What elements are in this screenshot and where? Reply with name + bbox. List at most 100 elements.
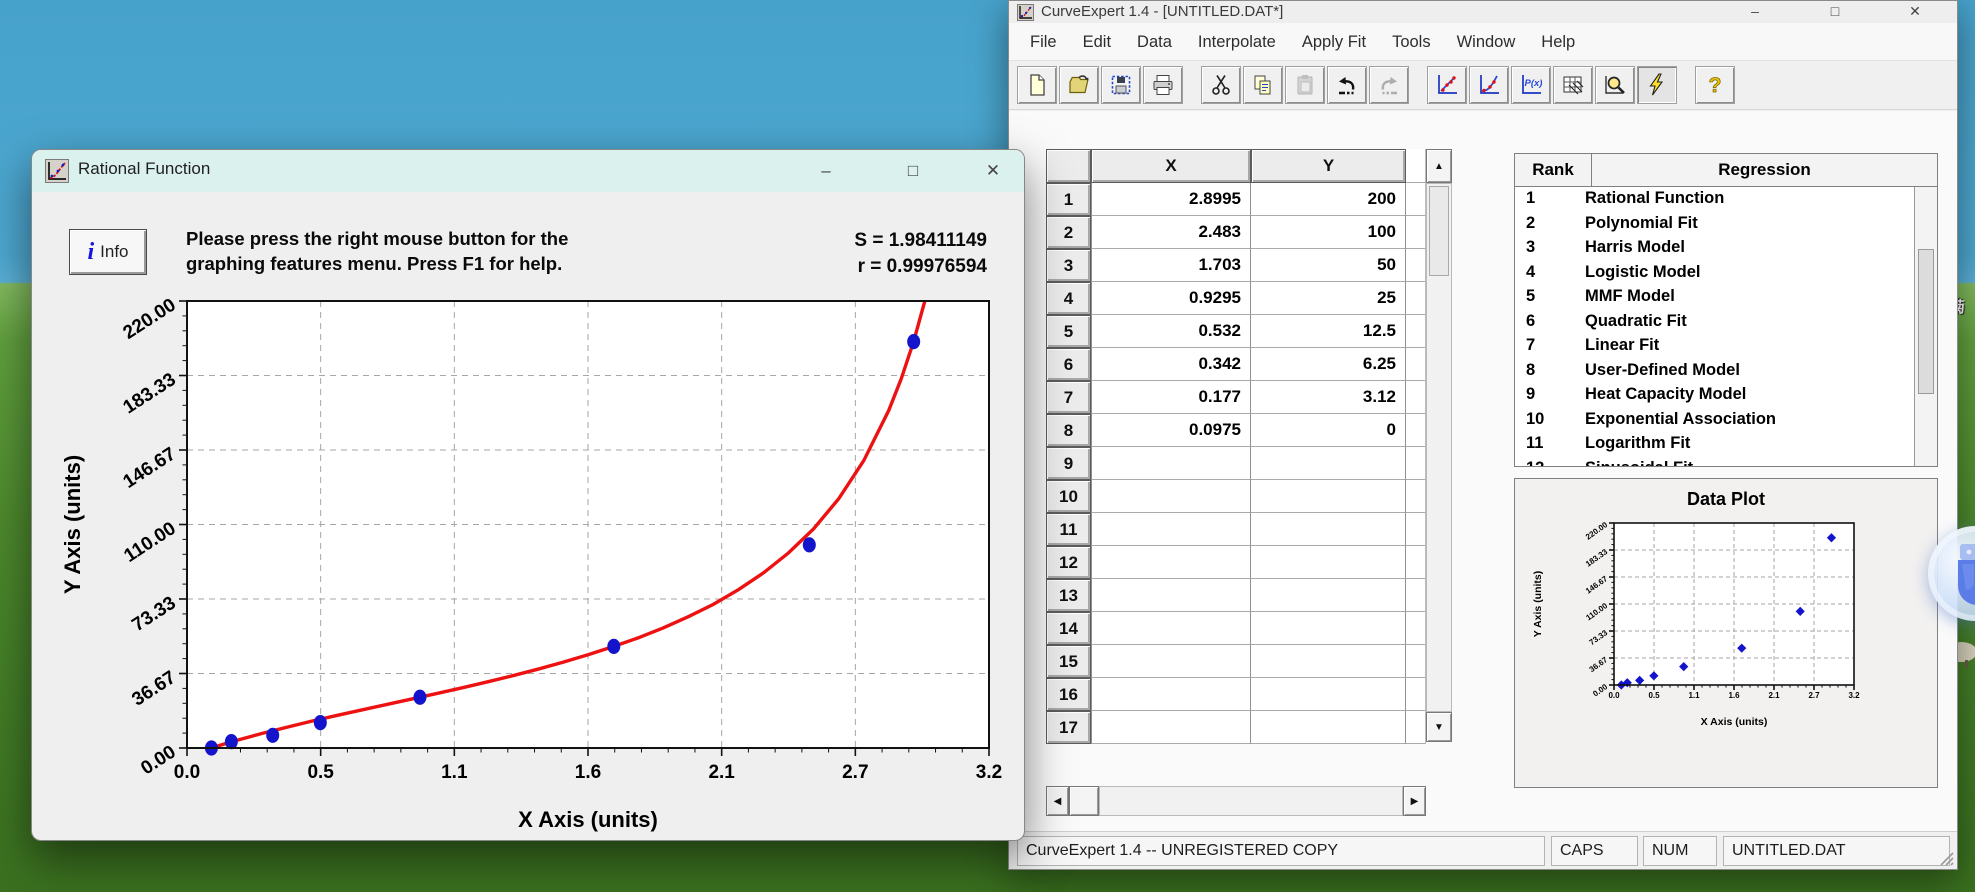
menu-window[interactable]: Window	[1444, 24, 1529, 60]
main-title-bar[interactable]: CurveExpert 1.4 - [UNTITLED.DAT*] – □ ✕	[1009, 1, 1957, 23]
linear-fit-button[interactable]	[1427, 66, 1467, 104]
cell-x[interactable]: 0.342	[1091, 348, 1251, 381]
hscroll-thumb[interactable]	[1069, 786, 1099, 816]
print-button[interactable]	[1143, 66, 1183, 104]
menu-help[interactable]: Help	[1528, 24, 1588, 60]
cell-y[interactable]: 0	[1251, 414, 1406, 447]
menu-file[interactable]: File	[1017, 24, 1070, 60]
cell-x[interactable]	[1091, 711, 1251, 744]
cell-y[interactable]	[1251, 579, 1406, 612]
cell-x[interactable]: 0.532	[1091, 315, 1251, 348]
rank-item[interactable]: 1Rational Function	[1515, 189, 1914, 214]
maximize-button[interactable]: □	[1809, 1, 1861, 23]
cell-y[interactable]	[1251, 513, 1406, 546]
examine-plot-button[interactable]	[1595, 66, 1635, 104]
row-number-button[interactable]: 3	[1046, 249, 1091, 282]
cell-y[interactable]	[1251, 447, 1406, 480]
cell-y[interactable]	[1251, 480, 1406, 513]
cell-y[interactable]: 50	[1251, 249, 1406, 282]
cell-y[interactable]: 200	[1251, 183, 1406, 216]
row-number-button[interactable]: 6	[1046, 348, 1091, 381]
cell-x[interactable]: 0.177	[1091, 381, 1251, 414]
usb-device-overlay[interactable]	[1928, 526, 1975, 621]
cell-x[interactable]: 2.8995	[1091, 183, 1251, 216]
row-number-button[interactable]: 8	[1046, 414, 1091, 447]
cell-y[interactable]: 25	[1251, 282, 1406, 315]
rank-item[interactable]: 10Exponential Association	[1515, 410, 1914, 435]
polynomial-fit-button[interactable]: P(x)	[1511, 66, 1551, 104]
menu-tools[interactable]: Tools	[1379, 24, 1444, 60]
resize-grip[interactable]	[1938, 850, 1954, 866]
row-number-button[interactable]: 13	[1046, 579, 1091, 612]
menu-interpolate[interactable]: Interpolate	[1185, 24, 1289, 60]
scroll-down-icon[interactable]: ▼	[1426, 712, 1452, 742]
row-number-button[interactable]: 15	[1046, 645, 1091, 678]
rf-close-button[interactable]: ✕	[967, 150, 1019, 192]
rank-item[interactable]: 3Harris Model	[1515, 238, 1914, 263]
column-header-x[interactable]: X	[1091, 149, 1251, 183]
cell-x[interactable]	[1091, 678, 1251, 711]
undo-button[interactable]	[1327, 66, 1367, 104]
cell-y[interactable]: 100	[1251, 216, 1406, 249]
row-number-button[interactable]: 7	[1046, 381, 1091, 414]
analyze-table-button[interactable]	[1553, 66, 1593, 104]
row-number-button[interactable]: 10	[1046, 480, 1091, 513]
copy-button[interactable]	[1243, 66, 1283, 104]
scroll-right-icon[interactable]: ▶	[1403, 786, 1426, 816]
table-vertical-scrollbar[interactable]: ▲ ▼	[1426, 149, 1452, 742]
rank-item[interactable]: 12Sinusoidal Fit	[1515, 459, 1914, 467]
cell-x[interactable]	[1091, 447, 1251, 480]
cell-y[interactable]	[1251, 546, 1406, 579]
cell-x[interactable]	[1091, 546, 1251, 579]
rf-maximize-button[interactable]: □	[887, 150, 939, 192]
rank-item[interactable]: 6Quadratic Fit	[1515, 312, 1914, 337]
cell-x[interactable]	[1091, 645, 1251, 678]
cell-y[interactable]: 6.25	[1251, 348, 1406, 381]
column-header-y[interactable]: Y	[1251, 149, 1406, 183]
close-button[interactable]: ✕	[1889, 1, 1941, 23]
rank-item[interactable]: 2Polynomial Fit	[1515, 214, 1914, 239]
save-button[interactable]	[1101, 66, 1141, 104]
scroll-up-icon[interactable]: ▲	[1426, 149, 1452, 183]
open-folder-button[interactable]	[1059, 66, 1099, 104]
cell-x[interactable]: 1.703	[1091, 249, 1251, 282]
rational-function-chart[interactable]: 0.00.51.11.62.12.73.20.0036.6773.33110.0…	[32, 290, 1026, 842]
redo-button[interactable]	[1369, 66, 1409, 104]
help-button[interactable]: ?	[1695, 66, 1735, 104]
rank-item[interactable]: 7Linear Fit	[1515, 336, 1914, 361]
rank-scrollbar[interactable]	[1914, 187, 1937, 466]
minimize-button[interactable]: –	[1729, 1, 1781, 23]
cell-x[interactable]	[1091, 513, 1251, 546]
table-corner-cell[interactable]	[1046, 149, 1091, 183]
rf-minimize-button[interactable]: –	[800, 150, 852, 192]
menu-apply-fit[interactable]: Apply Fit	[1289, 24, 1379, 60]
rank-item[interactable]: 8User-Defined Model	[1515, 361, 1914, 386]
rank-item[interactable]: 11Logarithm Fit	[1515, 434, 1914, 459]
menu-data[interactable]: Data	[1124, 24, 1185, 60]
cell-y[interactable]: 12.5	[1251, 315, 1406, 348]
info-button[interactable]: i Info	[69, 229, 147, 275]
cell-y[interactable]: 3.12	[1251, 381, 1406, 414]
new-document-button[interactable]	[1017, 66, 1057, 104]
cell-x[interactable]	[1091, 612, 1251, 645]
curve-fit-button[interactable]	[1469, 66, 1509, 104]
cell-x[interactable]	[1091, 579, 1251, 612]
cut-button[interactable]	[1201, 66, 1241, 104]
table-horizontal-scrollbar[interactable]: ◀ ▶	[1046, 786, 1426, 816]
row-number-button[interactable]: 14	[1046, 612, 1091, 645]
cell-y[interactable]	[1251, 711, 1406, 744]
cell-y[interactable]	[1251, 678, 1406, 711]
menu-edit[interactable]: Edit	[1070, 24, 1124, 60]
scroll-left-icon[interactable]: ◀	[1046, 786, 1069, 816]
curvefinder-lightning-button[interactable]	[1637, 66, 1677, 104]
cell-x[interactable]: 0.0975	[1091, 414, 1251, 447]
row-number-button[interactable]: 16	[1046, 678, 1091, 711]
row-number-button[interactable]: 12	[1046, 546, 1091, 579]
row-number-button[interactable]: 5	[1046, 315, 1091, 348]
row-number-button[interactable]: 9	[1046, 447, 1091, 480]
rank-item[interactable]: 9Heat Capacity Model	[1515, 385, 1914, 410]
rank-item[interactable]: 4Logistic Model	[1515, 263, 1914, 288]
cell-x[interactable]	[1091, 480, 1251, 513]
row-number-button[interactable]: 11	[1046, 513, 1091, 546]
cell-y[interactable]	[1251, 645, 1406, 678]
